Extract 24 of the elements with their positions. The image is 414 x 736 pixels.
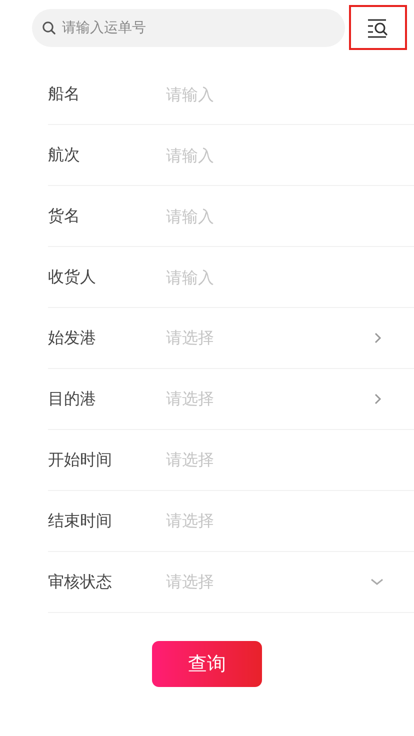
field-label: 航次 [48,144,81,166]
filter-search-button[interactable] [349,5,407,50]
field-label: 船名 [48,84,81,104]
select-field[interactable]: 请选择 [166,450,414,470]
input-field[interactable]: 请输入 [166,206,414,226]
select-field[interactable]: 请选择 [166,572,370,592]
field-label: 审核状态 [48,572,113,592]
field-label: 开始时间 [48,450,113,470]
field-label: 收货人 [48,266,97,288]
field-label: 始发港 [48,328,97,348]
chevron-right-icon [374,332,382,344]
select-field[interactable]: 请选择 [166,328,374,348]
field-label: 货名 [48,206,81,226]
input-field[interactable]: 请输入 [166,84,414,104]
input-field[interactable]: 请输入 [166,146,414,164]
chevron-right-icon [374,393,382,405]
query-button[interactable]: 查询 [152,641,262,687]
field-label: 结束时间 [48,510,113,532]
chevron-down-icon [370,578,384,586]
select-field[interactable]: 请选择 [166,510,414,532]
select-field[interactable]: 请选择 [166,388,374,410]
search-field[interactable]: 请输入运单号 [32,8,345,46]
input-field[interactable]: 请输入 [166,268,414,286]
field-label: 目的港 [48,388,97,410]
